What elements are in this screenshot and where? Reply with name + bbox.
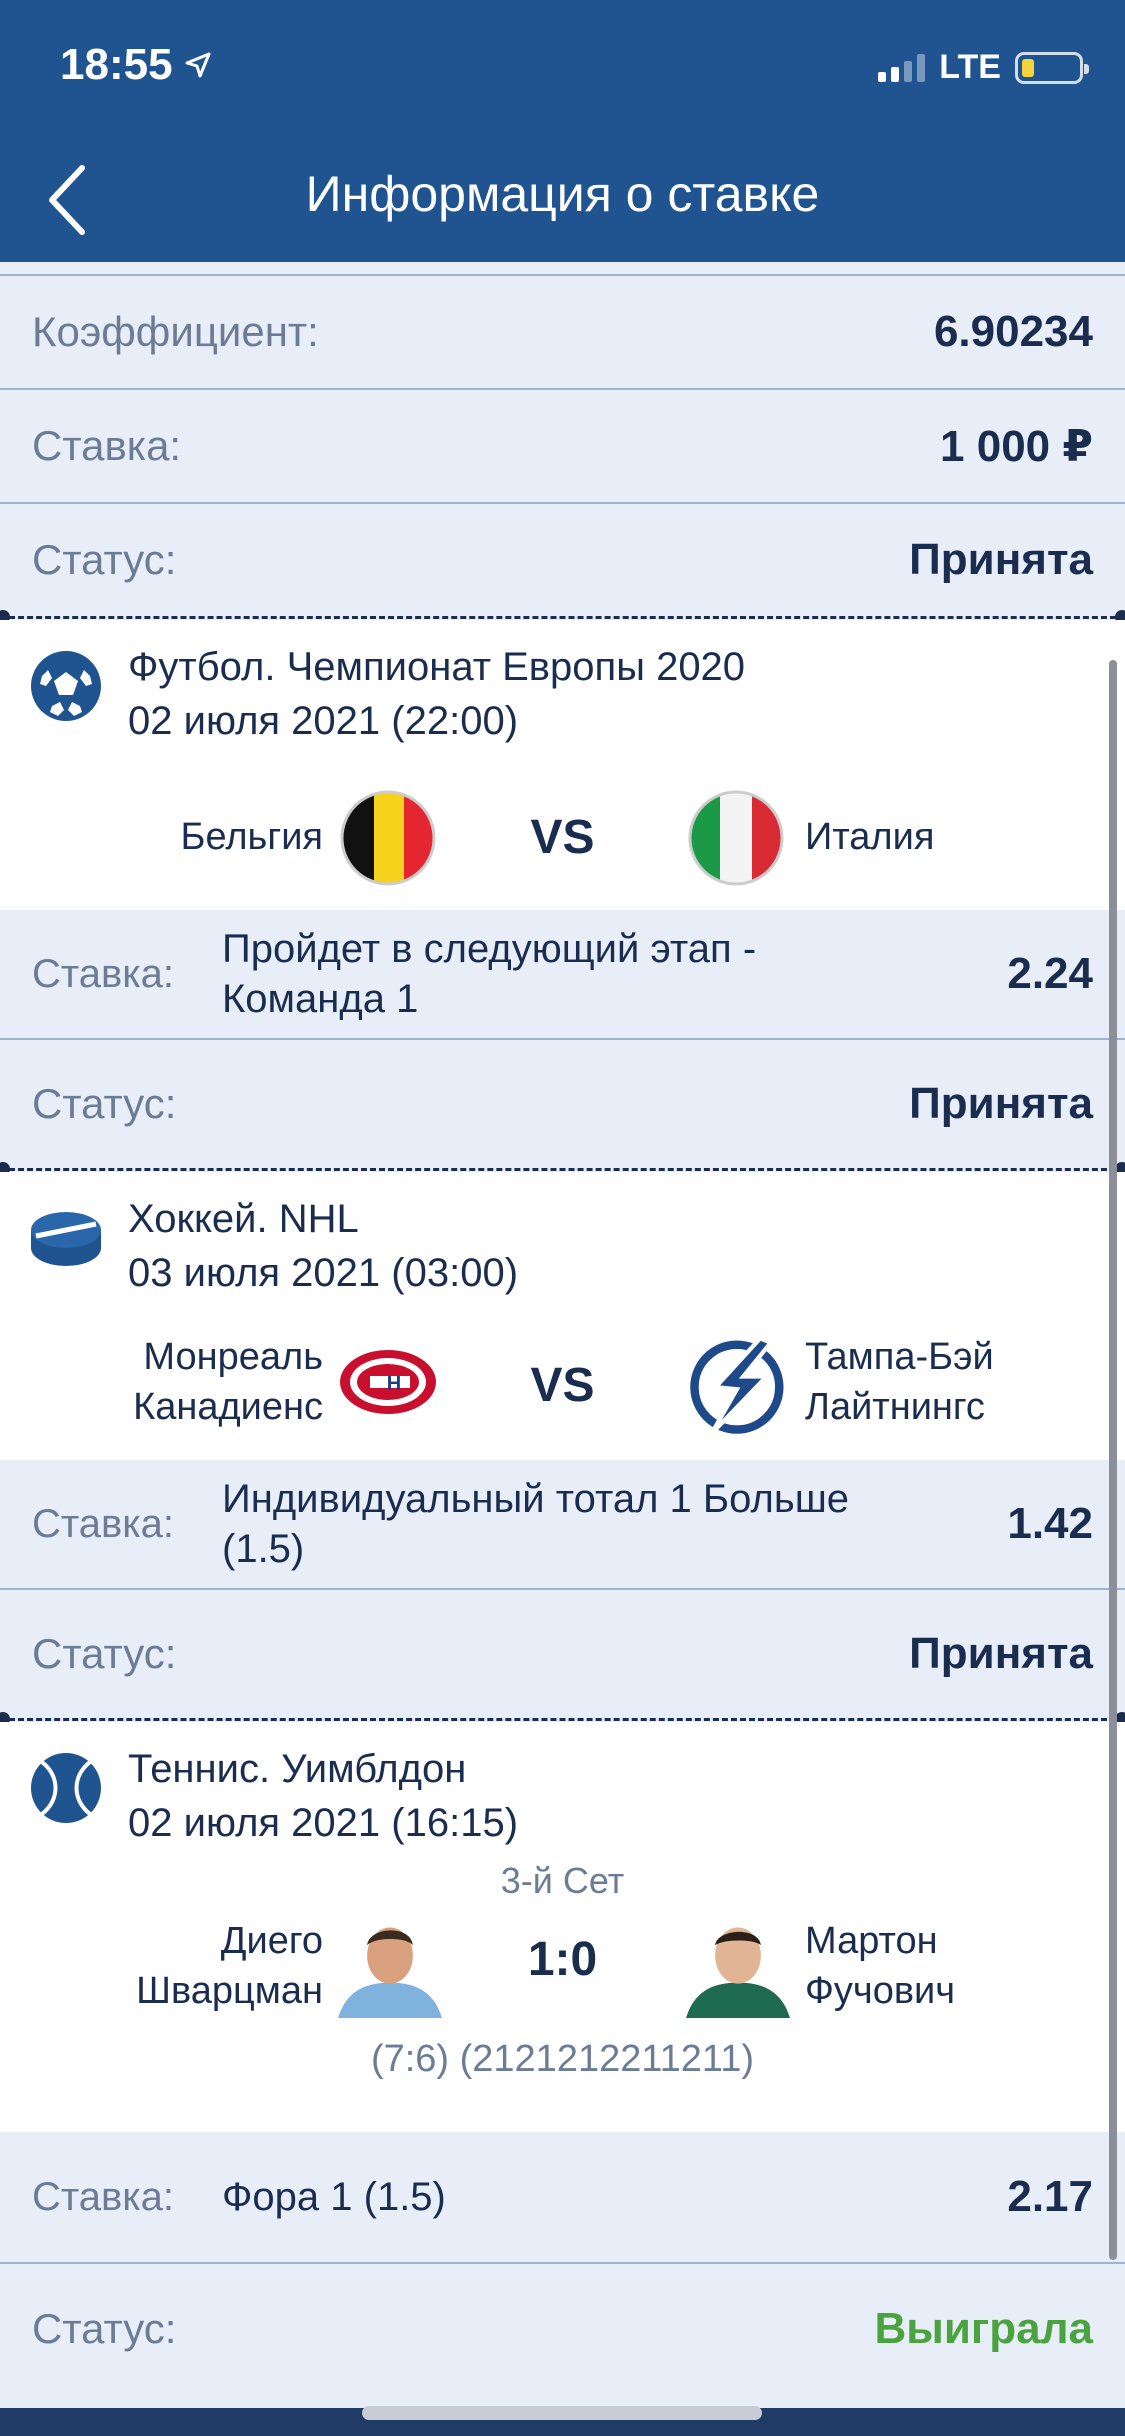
status-indicators: LTE [878,48,1089,87]
status-label: Статус: [32,536,177,583]
match-score: 1:0 [527,1933,598,1986]
status-label: Статус: [32,1080,177,1127]
battery-icon [1015,51,1089,84]
event-card-tennis[interactable]: Теннис. Уимблдон 02 июля 2021 (16:15) 3-… [0,1722,1125,2132]
bet-odd: 2.17 [1007,2172,1093,2221]
event-sport-title: Хоккей. NHL [128,1197,359,1241]
soccer-ball-icon [31,651,101,721]
summary-status-row: Статус: Принята [0,504,1125,616]
odds-label: Коэффициент: [32,308,319,355]
status-value: Принята [909,535,1093,584]
bet-odd: 2.24 [1007,949,1093,998]
network-label: LTE [939,48,1001,86]
event-card-football[interactable]: Футбол. Чемпионат Европы 2020 02 июля 20… [0,620,1125,910]
event-card-hockey[interactable]: Хоккей. NHL 03 июля 2021 (03:00) Монреал… [0,1172,1125,1460]
event-date: 02 июля 2021 (16:15) [128,1801,519,1845]
team-away: Тампа-Бэй Лайтнингс [805,1336,994,1428]
status-label: Статус: [32,1630,177,1677]
bet-description: Пройдет в следующий этап - Команда 1 [222,927,757,1021]
bet-description: Индивидуальный тотал 1 Больше (1.5) [222,1477,850,1571]
clock-text: 18:55 [60,40,173,89]
bet-label: Ставка: [32,1501,174,1546]
bet-row: Ставка: Фора 1 (1.5) 2.17 [0,2132,1125,2264]
bet-description: Фора 1 (1.5) [222,2175,446,2219]
event-status-row: Статус: Выиграла [0,2264,1125,2394]
matchup: Монреаль Канадиенс H VS Тампа-Бэй Лайтни… [0,1310,1125,1460]
hockey-puck-icon [31,1212,101,1266]
event-sport-title: Футбол. Чемпионат Европы 2020 [128,645,746,689]
tennis-ball-icon [31,1753,101,1823]
summary-odds-row: Коэффициент: 6.90234 [0,276,1125,390]
location-arrow-icon [185,52,211,78]
bet-label: Ставка: [32,2174,174,2219]
versus-label: VS [530,811,595,864]
bet-row: Ставка: Пройдет в следующий этап - Коман… [0,910,1125,1040]
matchup: Бельгия VS Италия [0,762,1125,912]
team-away: Италия [805,816,935,858]
bet-label: Ставка: [32,951,174,996]
page-title: Информация о ставке [305,166,820,222]
status-time: 18:55 [60,40,213,90]
signal-icon [878,53,926,82]
lightning-logo-icon [690,1335,784,1436]
matchup: Диего Шварцман 1:0 Мартон Фучович [0,1902,1125,2032]
bet-odd: 1.42 [1007,1499,1093,1548]
player-away: Мартон Фучович [805,1920,956,2012]
app-header: 18:55 LTE Информация о ставке [0,0,1125,262]
player-photo-avatar [686,1927,790,2018]
bet-row: Ставка: Индивидуальный тотал 1 Больше (1… [0,1460,1125,1590]
event-sport-title: Теннис. Уимблдон [128,1747,467,1791]
status-value: Принята [909,1079,1093,1128]
event-status-row: Статус: Принята [0,1590,1125,1718]
odds-value: 6.90234 [933,307,1093,356]
italy-flag-icon [688,790,784,886]
stake-label: Ставка: [32,422,182,469]
set-label: 3-й Сет [500,1860,625,1901]
status-value: Принята [909,1629,1093,1678]
event-date: 02 июля 2021 (22:00) [128,699,519,743]
status-value: Выиграла [874,2304,1094,2353]
set-scores: (7:6) (2121212211211) [370,2038,755,2080]
bet-details: Коэффициент: 6.90234 Ставка: 1 000 ₽ Ста… [0,262,1125,2394]
stake-value: 1 000 ₽ [940,421,1093,471]
scrollbar[interactable] [1109,660,1117,2260]
summary-stake-row: Ставка: 1 000 ₽ [0,390,1125,504]
event-date: 03 июля 2021 (03:00) [128,1251,519,1295]
event-status-row: Статус: Принята [0,1040,1125,1168]
home-indicator[interactable] [362,2406,762,2420]
status-label: Статус: [32,2305,177,2352]
